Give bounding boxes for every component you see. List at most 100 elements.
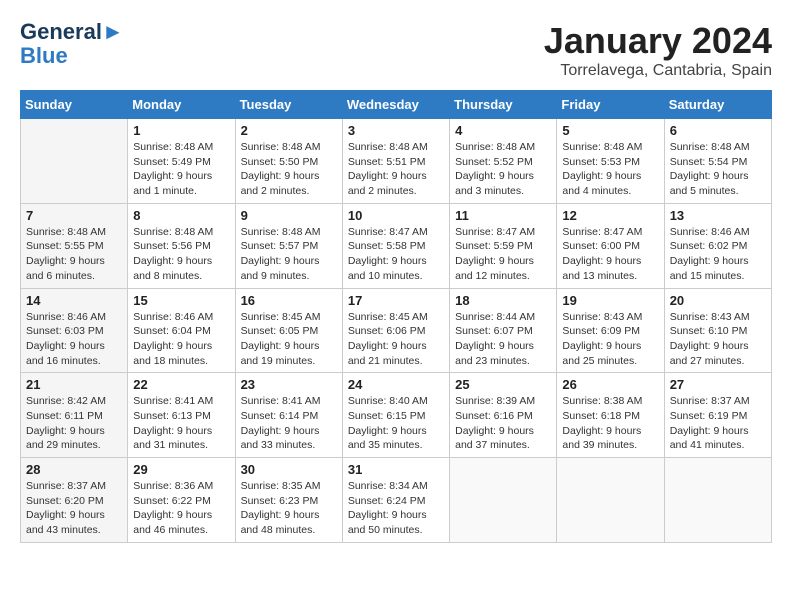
day-number: 7 xyxy=(26,208,122,223)
day-number: 25 xyxy=(455,377,551,392)
day-number: 31 xyxy=(348,462,444,477)
day-cell: 12 Sunrise: 8:47 AM Sunset: 6:00 PM Dayli… xyxy=(557,203,664,288)
day-number: 13 xyxy=(670,208,766,223)
day-cell xyxy=(450,458,557,543)
day-info: Sunrise: 8:41 AM Sunset: 6:14 PM Dayligh… xyxy=(241,394,337,453)
day-cell: 3Sunrise: 8:48 AM Sunset: 5:51 PM Daylig… xyxy=(342,119,449,204)
logo: General► Blue xyxy=(20,20,124,68)
day-number: 26 xyxy=(562,377,658,392)
day-info: Sunrise: 8:46 AM Sunset: 6:04 PM Dayligh… xyxy=(133,310,229,369)
day-cell: 7 Sunrise: 8:48 AM Sunset: 5:55 PM Daylig… xyxy=(21,203,128,288)
day-cell: 10Sunrise: 8:47 AM Sunset: 5:58 PM Dayli… xyxy=(342,203,449,288)
day-info: Sunrise: 8:39 AM Sunset: 6:16 PM Dayligh… xyxy=(455,394,551,453)
day-number: 21 xyxy=(26,377,122,392)
day-info: Sunrise: 8:48 AM Sunset: 5:55 PM Dayligh… xyxy=(26,225,122,284)
day-info: Sunrise: 8:37 AM Sunset: 6:20 PM Dayligh… xyxy=(26,479,122,538)
day-info: Sunrise: 8:47 AM Sunset: 5:59 PM Dayligh… xyxy=(455,225,551,284)
day-cell: 14Sunrise: 8:46 AM Sunset: 6:03 PM Dayli… xyxy=(21,288,128,373)
day-info: Sunrise: 8:41 AM Sunset: 6:13 PM Dayligh… xyxy=(133,394,229,453)
day-number: 27 xyxy=(670,377,766,392)
day-cell: 23 Sunrise: 8:41 AM Sunset: 6:14 PM Dayli… xyxy=(235,373,342,458)
day-cell: 4 Sunrise: 8:48 AM Sunset: 5:52 PM Daylig… xyxy=(450,119,557,204)
header-row: SundayMondayTuesdayWednesdayThursdayFrid… xyxy=(21,91,772,119)
day-cell: 17 Sunrise: 8:45 AM Sunset: 6:06 PM Dayli… xyxy=(342,288,449,373)
day-cell: 11 Sunrise: 8:47 AM Sunset: 5:59 PM Dayli… xyxy=(450,203,557,288)
day-cell: 2 Sunrise: 8:48 AM Sunset: 5:50 PM Daylig… xyxy=(235,119,342,204)
day-cell: 28 Sunrise: 8:37 AM Sunset: 6:20 PM Dayli… xyxy=(21,458,128,543)
day-info: Sunrise: 8:48 AM Sunset: 5:56 PM Dayligh… xyxy=(133,225,229,284)
logo-blue: Blue xyxy=(20,44,124,68)
day-number: 24 xyxy=(348,377,444,392)
header-cell-thursday: Thursday xyxy=(450,91,557,119)
day-cell: 24 Sunrise: 8:40 AM Sunset: 6:15 PM Dayli… xyxy=(342,373,449,458)
day-info: Sunrise: 8:47 AM Sunset: 6:00 PM Dayligh… xyxy=(562,225,658,284)
day-info: Sunrise: 8:48 AM Sunset: 5:54 PM Dayligh… xyxy=(670,140,766,199)
day-number: 5 xyxy=(562,123,658,138)
day-info: Sunrise: 8:48 AM Sunset: 5:52 PM Dayligh… xyxy=(455,140,551,199)
day-number: 3 xyxy=(348,123,444,138)
day-info: Sunrise: 8:45 AM Sunset: 6:06 PM Dayligh… xyxy=(348,310,444,369)
day-number: 4 xyxy=(455,123,551,138)
week-row-3: 14Sunrise: 8:46 AM Sunset: 6:03 PM Dayli… xyxy=(21,288,772,373)
day-cell: 18 Sunrise: 8:44 AM Sunset: 6:07 PM Dayli… xyxy=(450,288,557,373)
day-info: Sunrise: 8:36 AM Sunset: 6:22 PM Dayligh… xyxy=(133,479,229,538)
header-cell-wednesday: Wednesday xyxy=(342,91,449,119)
day-cell: 25 Sunrise: 8:39 AM Sunset: 6:16 PM Dayli… xyxy=(450,373,557,458)
day-cell xyxy=(557,458,664,543)
day-info: Sunrise: 8:45 AM Sunset: 6:05 PM Dayligh… xyxy=(241,310,337,369)
day-number: 16 xyxy=(241,293,337,308)
day-number: 20 xyxy=(670,293,766,308)
day-number: 14 xyxy=(26,293,122,308)
day-info: Sunrise: 8:48 AM Sunset: 5:53 PM Dayligh… xyxy=(562,140,658,199)
day-cell: 13 Sunrise: 8:46 AM Sunset: 6:02 PM Dayli… xyxy=(664,203,771,288)
day-cell: 16 Sunrise: 8:45 AM Sunset: 6:05 PM Dayli… xyxy=(235,288,342,373)
day-cell: 26 Sunrise: 8:38 AM Sunset: 6:18 PM Dayli… xyxy=(557,373,664,458)
day-number: 17 xyxy=(348,293,444,308)
day-cell: 22Sunrise: 8:41 AM Sunset: 6:13 PM Dayli… xyxy=(128,373,235,458)
day-info: Sunrise: 8:47 AM Sunset: 5:58 PM Dayligh… xyxy=(348,225,444,284)
day-info: Sunrise: 8:42 AM Sunset: 6:11 PM Dayligh… xyxy=(26,394,122,453)
day-info: Sunrise: 8:48 AM Sunset: 5:50 PM Dayligh… xyxy=(241,140,337,199)
header-cell-saturday: Saturday xyxy=(664,91,771,119)
day-number: 23 xyxy=(241,377,337,392)
day-info: Sunrise: 8:34 AM Sunset: 6:24 PM Dayligh… xyxy=(348,479,444,538)
week-row-4: 21 Sunrise: 8:42 AM Sunset: 6:11 PM Dayli… xyxy=(21,373,772,458)
day-info: Sunrise: 8:48 AM Sunset: 5:49 PM Dayligh… xyxy=(133,140,229,199)
day-cell: 6 Sunrise: 8:48 AM Sunset: 5:54 PM Daylig… xyxy=(664,119,771,204)
week-row-2: 7 Sunrise: 8:48 AM Sunset: 5:55 PM Daylig… xyxy=(21,203,772,288)
week-row-5: 28 Sunrise: 8:37 AM Sunset: 6:20 PM Dayli… xyxy=(21,458,772,543)
page-header: General► Blue January 2024 Torrelavega, … xyxy=(20,20,772,80)
day-number: 19 xyxy=(562,293,658,308)
day-info: Sunrise: 8:40 AM Sunset: 6:15 PM Dayligh… xyxy=(348,394,444,453)
day-cell: 20 Sunrise: 8:43 AM Sunset: 6:10 PM Dayli… xyxy=(664,288,771,373)
day-cell: 19 Sunrise: 8:43 AM Sunset: 6:09 PM Dayli… xyxy=(557,288,664,373)
day-number: 28 xyxy=(26,462,122,477)
day-number: 12 xyxy=(562,208,658,223)
day-cell: 21 Sunrise: 8:42 AM Sunset: 6:11 PM Dayli… xyxy=(21,373,128,458)
day-info: Sunrise: 8:48 AM Sunset: 5:57 PM Dayligh… xyxy=(241,225,337,284)
day-info: Sunrise: 8:43 AM Sunset: 6:09 PM Dayligh… xyxy=(562,310,658,369)
title-block: January 2024 Torrelavega, Cantabria, Spa… xyxy=(544,20,772,80)
day-info: Sunrise: 8:35 AM Sunset: 6:23 PM Dayligh… xyxy=(241,479,337,538)
header-cell-friday: Friday xyxy=(557,91,664,119)
header-cell-sunday: Sunday xyxy=(21,91,128,119)
calendar-title: January 2024 xyxy=(544,20,772,62)
day-number: 6 xyxy=(670,123,766,138)
day-number: 15 xyxy=(133,293,229,308)
day-cell: 8 Sunrise: 8:48 AM Sunset: 5:56 PM Daylig… xyxy=(128,203,235,288)
week-row-1: 1Sunrise: 8:48 AM Sunset: 5:49 PM Daylig… xyxy=(21,119,772,204)
day-number: 29 xyxy=(133,462,229,477)
logo-text: General► xyxy=(20,20,124,44)
header-cell-monday: Monday xyxy=(128,91,235,119)
calendar-subtitle: Torrelavega, Cantabria, Spain xyxy=(544,62,772,80)
day-number: 2 xyxy=(241,123,337,138)
day-number: 8 xyxy=(133,208,229,223)
day-cell xyxy=(664,458,771,543)
day-info: Sunrise: 8:38 AM Sunset: 6:18 PM Dayligh… xyxy=(562,394,658,453)
day-number: 18 xyxy=(455,293,551,308)
day-number: 11 xyxy=(455,208,551,223)
day-cell: 27Sunrise: 8:37 AM Sunset: 6:19 PM Dayli… xyxy=(664,373,771,458)
day-info: Sunrise: 8:46 AM Sunset: 6:02 PM Dayligh… xyxy=(670,225,766,284)
day-info: Sunrise: 8:43 AM Sunset: 6:10 PM Dayligh… xyxy=(670,310,766,369)
day-info: Sunrise: 8:44 AM Sunset: 6:07 PM Dayligh… xyxy=(455,310,551,369)
